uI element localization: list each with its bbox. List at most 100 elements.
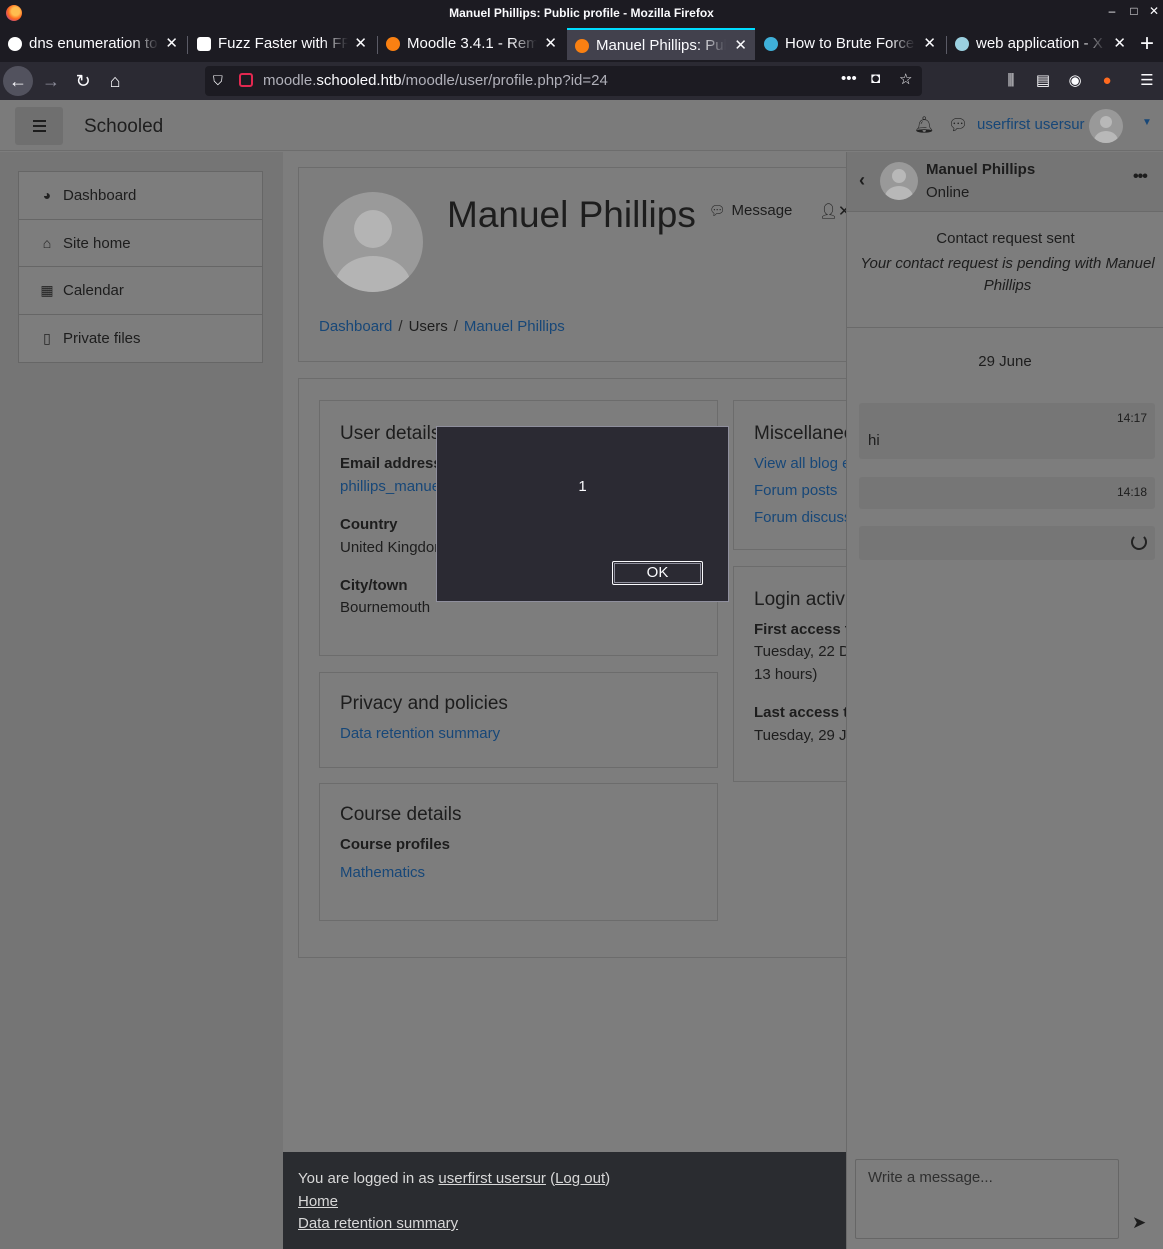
chevron-left-icon[interactable]: ‹: [859, 170, 865, 191]
page-actions-icon[interactable]: •••: [841, 70, 857, 87]
nav-item-private-files[interactable]: ▯ Private files: [19, 315, 262, 363]
message-date: 29 June: [978, 353, 1032, 370]
url-bar[interactable]: ⛉ moodle.schooled.htb/moodle/user/profil…: [205, 66, 922, 96]
url-text[interactable]: moodle.schooled.htb/moodle/user/profile.…: [263, 72, 608, 89]
country-value: United Kingdom: [340, 539, 447, 556]
close-window-icon[interactable]: ✕: [1146, 4, 1162, 18]
page-title: Manuel Phillips: [447, 194, 696, 235]
first-access-value: Tuesday, 22 D: [754, 643, 850, 660]
tracking-shield-icon[interactable]: ⛉: [213, 73, 223, 89]
page-viewport: Schooled 🔔︎ 💬︎ userfirst usersur ▼ ◕ Das…: [0, 100, 1163, 1249]
course-link[interactable]: Mathematics: [340, 864, 425, 881]
reload-icon[interactable]: ↻: [68, 66, 98, 96]
message-bubble[interactable]: 14:17 hi: [859, 403, 1155, 459]
calendar-icon: ▦: [40, 282, 54, 298]
tab-moodle-rce[interactable]: Moodle 3.4.1 - Rem ✕: [378, 28, 565, 60]
tab-close-icon[interactable]: ✕: [544, 34, 557, 52]
message-input[interactable]: [855, 1159, 1119, 1239]
stackexchange-favicon-icon: [955, 37, 969, 51]
tab-close-icon[interactable]: ✕: [354, 34, 367, 52]
library-icon[interactable]: ⫼: [1001, 71, 1021, 91]
tab-fuzz-faster[interactable]: Fuzz Faster with FF ✕: [189, 28, 375, 60]
tab-close-icon[interactable]: ✕: [1113, 34, 1126, 52]
forward-arrow-icon[interactable]: →: [36, 66, 66, 96]
nav-item-dashboard[interactable]: ◕ Dashboard: [19, 172, 262, 220]
ok-button[interactable]: OK: [612, 561, 703, 585]
more-options-icon[interactable]: •••: [1133, 168, 1148, 186]
footer-data-retention-link[interactable]: Data retention summary: [298, 1215, 458, 1232]
avatar[interactable]: [1089, 109, 1123, 143]
window-titlebar: Manuel Phillips: Public profile - Mozill…: [0, 0, 1163, 26]
conversation-header: ‹ Manuel Phillips Online •••: [847, 152, 1163, 212]
message-button[interactable]: 💬︎ Message: [709, 202, 792, 219]
breadcrumb-users: Users: [408, 318, 448, 335]
forum-posts-link[interactable]: Forum posts: [754, 482, 837, 499]
last-access-value: Tuesday, 29 J: [754, 727, 847, 744]
course-details-title: Course details: [340, 804, 462, 825]
insecure-lock-icon[interactable]: [239, 73, 253, 87]
message-drawer: ‹ Manuel Phillips Online ••• Contact req…: [846, 152, 1163, 1249]
avatar[interactable]: [880, 162, 918, 200]
first-access-value-cont: 13 hours): [754, 666, 818, 683]
back-arrow-icon[interactable]: ←: [3, 66, 33, 96]
data-retention-link[interactable]: Data retention summary: [340, 725, 500, 742]
footer-user-link[interactable]: userfirst usersur: [438, 1170, 546, 1187]
contact-request-notice: Contact request sent Your contact reques…: [847, 212, 1163, 328]
messages-icon[interactable]: 💬︎: [948, 115, 968, 135]
pending-message-bubble: [859, 526, 1155, 560]
logout-link[interactable]: Log out: [555, 1170, 605, 1187]
chevron-down-icon[interactable]: ▼: [1142, 117, 1152, 128]
new-tab-icon[interactable]: +: [1135, 30, 1159, 58]
site-favicon-icon: [764, 37, 778, 51]
app-menu-icon[interactable]: ☰: [1137, 71, 1157, 91]
request-title: Contact request sent: [936, 230, 1075, 247]
nav-item-site-home[interactable]: ⌂ Site home: [19, 220, 262, 267]
logged-in-info: You are logged in as userfirst usersur (…: [298, 1170, 611, 1187]
bookmark-star-icon[interactable]: ☆: [899, 70, 912, 88]
footer-home-link[interactable]: Home: [298, 1193, 338, 1210]
alert-dialog: 1 OK: [436, 426, 729, 602]
privacy-title: Privacy and policies: [340, 693, 508, 714]
profile-header: Manuel Phillips 💬︎ Message 👤︎✕ Dashboard /…: [298, 167, 858, 362]
home-icon[interactable]: ⌂: [100, 66, 130, 96]
country-label: Country: [340, 516, 398, 533]
breadcrumb-dashboard[interactable]: Dashboard: [319, 318, 392, 335]
message-text: hi: [868, 432, 880, 449]
navigation-toolbar: ← → ↻ ⌂ ⛉ moodle.schooled.htb/moodle/use…: [0, 62, 1163, 100]
sidebar-icon[interactable]: ▤: [1033, 71, 1053, 91]
nav-item-calendar[interactable]: ▦ Calendar: [19, 267, 262, 315]
message-time: 14:18: [1116, 485, 1147, 499]
tab-close-icon[interactable]: ✕: [165, 34, 178, 52]
city-label: City/town: [340, 577, 408, 594]
message-bubble[interactable]: 14:18: [859, 477, 1155, 509]
tab-strip: dns enumeration to ✕ Fuzz Faster with FF…: [0, 26, 1163, 62]
request-subtitle: Your contact request is pending with Man…: [860, 255, 1155, 294]
moodle-favicon-icon: [575, 39, 589, 53]
notification-bell-icon[interactable]: 🔔︎: [914, 115, 934, 135]
tab-close-icon[interactable]: ✕: [923, 34, 936, 52]
drawer-toggle-button[interactable]: [15, 107, 63, 145]
minimize-icon[interactable]: –: [1104, 4, 1120, 18]
pocket-icon[interactable]: ◘: [871, 70, 880, 87]
loading-spinner-icon: [1131, 534, 1147, 550]
tab-manuel-phillips[interactable]: Manuel Phillips: Pub ✕: [567, 28, 755, 60]
breadcrumb-profile[interactable]: Manuel Phillips: [464, 318, 565, 335]
extension-icon[interactable]: ●: [1097, 71, 1117, 91]
send-icon[interactable]: ➤: [1132, 1213, 1146, 1233]
tab-web-application[interactable]: web application - X ✕: [947, 28, 1134, 60]
tab-dns-enumeration[interactable]: dns enumeration to ✕: [0, 28, 186, 60]
account-icon[interactable]: ◉: [1065, 71, 1085, 91]
maximize-icon[interactable]: □: [1126, 4, 1142, 18]
avatar: [323, 192, 423, 292]
file-icon: ▯: [43, 329, 51, 346]
conversation-contact-name[interactable]: Manuel Phillips: [926, 161, 1035, 178]
moodle-favicon-icon: [386, 37, 400, 51]
medium-favicon-icon: [197, 37, 211, 51]
google-favicon-icon: [8, 37, 22, 51]
dashboard-icon: ◕: [42, 187, 52, 203]
user-menu-name[interactable]: userfirst usersur: [977, 116, 1085, 133]
tab-close-icon[interactable]: ✕: [734, 36, 747, 54]
email-label: Email address: [340, 455, 442, 472]
site-name[interactable]: Schooled: [84, 116, 163, 138]
tab-brute-force[interactable]: How to Brute Force ✕: [756, 28, 944, 60]
